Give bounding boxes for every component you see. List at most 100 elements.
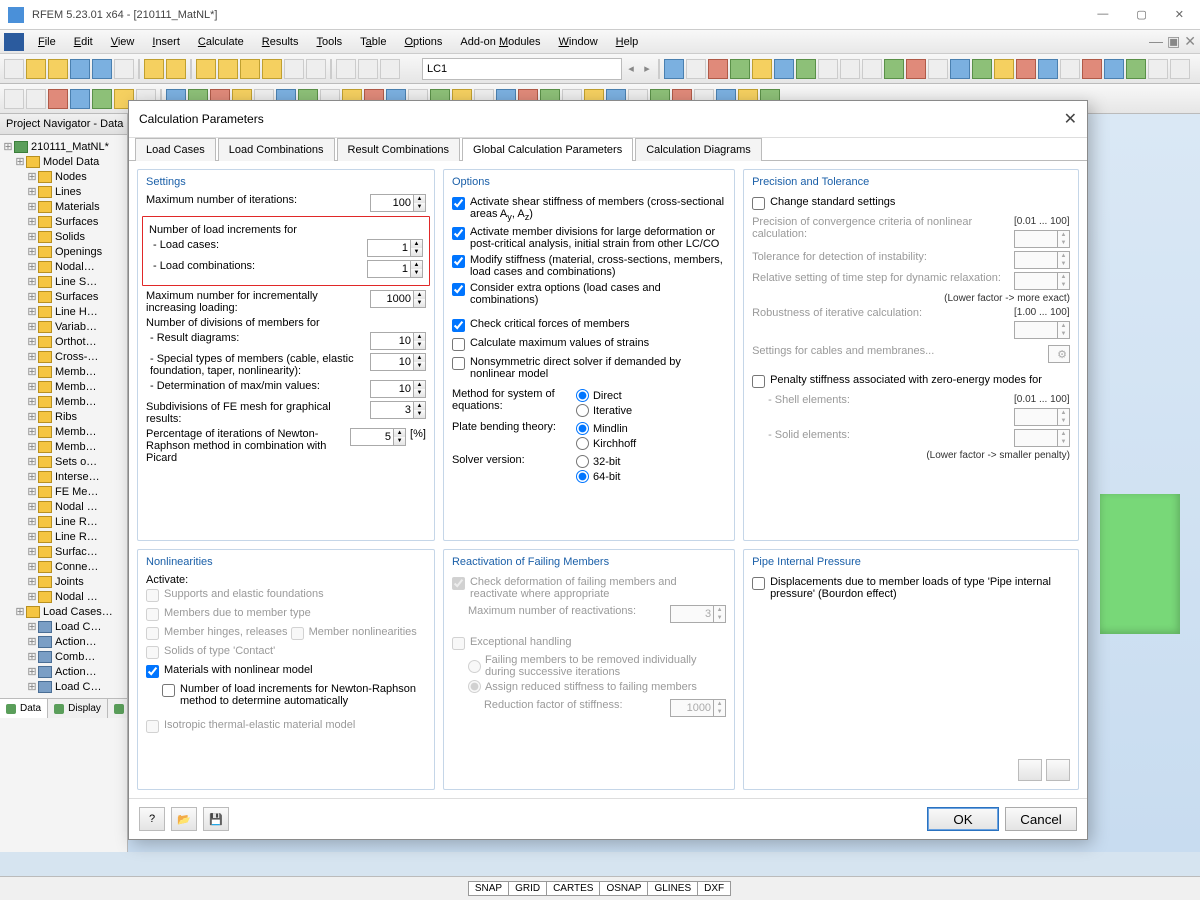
tree-node[interactable]: ⊞Conne… [2, 559, 125, 574]
tree-node[interactable]: ⊞Lines [2, 184, 125, 199]
tree-node[interactable]: ⊞Orthot… [2, 334, 125, 349]
status-osnap[interactable]: OSNAP [599, 881, 648, 896]
chk-shear-stiffness[interactable]: Activate shear stiffness of members (cro… [452, 196, 726, 222]
module11-icon[interactable] [1170, 59, 1190, 79]
fe-subdiv-input[interactable]: 3 [370, 401, 414, 419]
menu-table[interactable]: Table [352, 34, 394, 50]
view-icon[interactable] [306, 59, 326, 79]
layers-icon[interactable] [380, 59, 400, 79]
max-incr-input[interactable]: 1000 [370, 290, 414, 308]
save-defaults-button[interactable]: 💾 [203, 807, 229, 831]
cursor-icon[interactable] [4, 89, 24, 109]
picard-pct-input[interactable]: 5 [350, 428, 394, 446]
minimize-button[interactable]: — [1089, 6, 1116, 23]
status-snap[interactable]: SNAP [468, 881, 509, 896]
menu-tools[interactable]: Tools [308, 34, 350, 50]
navtab-views[interactable]: Views [108, 699, 128, 718]
loadcase-combo[interactable]: LC1 [422, 58, 622, 80]
module7-icon[interactable] [1082, 59, 1102, 79]
radio-direct[interactable]: Direct [576, 389, 632, 402]
mdi-minimize-icon[interactable]: — [1149, 33, 1163, 50]
tree-node[interactable]: ⊞Load Cases… [2, 604, 125, 619]
tables-icon[interactable] [818, 59, 838, 79]
tree-node[interactable]: ⊞Line S… [2, 274, 125, 289]
radio-mindlin[interactable]: Mindlin [576, 422, 636, 435]
tab-calculation-diagrams[interactable]: Calculation Diagrams [635, 138, 762, 161]
tree-node[interactable]: ⊞Line R… [2, 529, 125, 544]
menu-results[interactable]: Results [254, 34, 307, 50]
undo-icon[interactable] [144, 59, 164, 79]
tree-node[interactable]: ⊞Cross-… [2, 349, 125, 364]
module10-icon[interactable] [1148, 59, 1168, 79]
tree-node[interactable]: ⊞Nodal … [2, 589, 125, 604]
status-glines[interactable]: GLINES [647, 881, 698, 896]
menu-insert[interactable]: Insert [144, 34, 188, 50]
app-menu-icon[interactable] [4, 33, 24, 51]
chk-modify-stiffness[interactable]: Modify stiffness (material, cross-sectio… [452, 254, 726, 278]
navtab-display[interactable]: Display [48, 699, 108, 718]
surface-icon[interactable] [92, 89, 112, 109]
ok-button[interactable]: OK [927, 807, 999, 831]
diagram-icon[interactable] [840, 59, 860, 79]
spin-down-icon[interactable]: ▼ [414, 203, 425, 211]
load-defaults-button[interactable]: 📂 [171, 807, 197, 831]
module2-icon[interactable] [972, 59, 992, 79]
module8-icon[interactable] [1104, 59, 1124, 79]
status-dxf[interactable]: DXF [697, 881, 731, 896]
special-members-div-input[interactable]: 10 [370, 353, 414, 371]
close-window-button[interactable]: ✕ [1167, 6, 1192, 23]
tree-node[interactable]: ⊞Joints [2, 574, 125, 589]
result-diag-div-input[interactable]: 10 [370, 332, 414, 350]
tree-node[interactable]: ⊞Action… [2, 634, 125, 649]
radio-32bit[interactable]: 32-bit [576, 455, 621, 468]
grid-icon[interactable] [336, 59, 356, 79]
support-icon[interactable] [796, 59, 816, 79]
details-button-2[interactable] [1046, 759, 1070, 781]
new-icon[interactable] [4, 59, 24, 79]
maxmin-div-input[interactable]: 10 [370, 380, 414, 398]
module1-icon[interactable] [950, 59, 970, 79]
chk-materials-nonlin[interactable]: Materials with nonlinear model [146, 664, 313, 678]
chk-change-standard[interactable]: Change standard settings [752, 196, 895, 210]
redo-icon[interactable] [166, 59, 186, 79]
member-icon[interactable] [70, 89, 90, 109]
tree-node[interactable]: ⊞Surfac… [2, 544, 125, 559]
chk-critical-forces[interactable]: Check critical forces of members [452, 318, 630, 332]
tree-node[interactable]: ⊞Memb… [2, 439, 125, 454]
mesh-icon[interactable] [884, 59, 904, 79]
tree-node[interactable]: ⊞Line H… [2, 304, 125, 319]
menu-window[interactable]: Window [551, 34, 606, 50]
cancel-button[interactable]: Cancel [1005, 807, 1077, 831]
print-icon[interactable] [114, 59, 134, 79]
mdi-close-icon[interactable]: ✕ [1184, 33, 1196, 50]
maximize-button[interactable]: ▢ [1128, 6, 1154, 23]
chk-penalty-stiffness[interactable]: Penalty stiffness associated with zero-e… [752, 374, 1042, 388]
tab-load-combinations[interactable]: Load Combinations [218, 138, 335, 161]
tree-node[interactable]: ⊞Nodal … [2, 499, 125, 514]
radio-64bit[interactable]: 64-bit [576, 470, 621, 483]
tree-node[interactable]: ⊞Load C… [2, 679, 125, 694]
tree-node[interactable]: ⊞210111_MatNL* [2, 139, 125, 154]
open-icon[interactable] [26, 59, 46, 79]
zoom-extents-icon[interactable] [262, 59, 282, 79]
mdi-restore-icon[interactable]: ▣ [1167, 33, 1180, 50]
tab-global-calc-params[interactable]: Global Calculation Parameters [462, 138, 633, 161]
line-icon[interactable] [26, 89, 46, 109]
status-grid[interactable]: GRID [508, 881, 547, 896]
chk-nonsym-solver[interactable]: Nonsymmetric direct solver if demanded b… [452, 356, 726, 380]
menu-calculate[interactable]: Calculate [190, 34, 252, 50]
zoom-icon[interactable] [218, 59, 238, 79]
tab-load-cases[interactable]: Load Cases [135, 138, 216, 161]
navtab-data[interactable]: Data [0, 699, 48, 718]
forces-icon[interactable] [730, 59, 750, 79]
load-combo-incr-input[interactable]: 1 [367, 260, 411, 278]
chk-max-strains[interactable]: Calculate maximum values of strains [452, 337, 649, 351]
tree-node[interactable]: ⊞Interse… [2, 469, 125, 484]
report-icon[interactable] [928, 59, 948, 79]
tree-node[interactable]: ⊞Sets o… [2, 454, 125, 469]
module4-icon[interactable] [1016, 59, 1036, 79]
tree-node[interactable]: ⊞Ribs [2, 409, 125, 424]
module9-icon[interactable] [1126, 59, 1146, 79]
radio-iterative[interactable]: Iterative [576, 404, 632, 417]
filter-icon[interactable] [862, 59, 882, 79]
